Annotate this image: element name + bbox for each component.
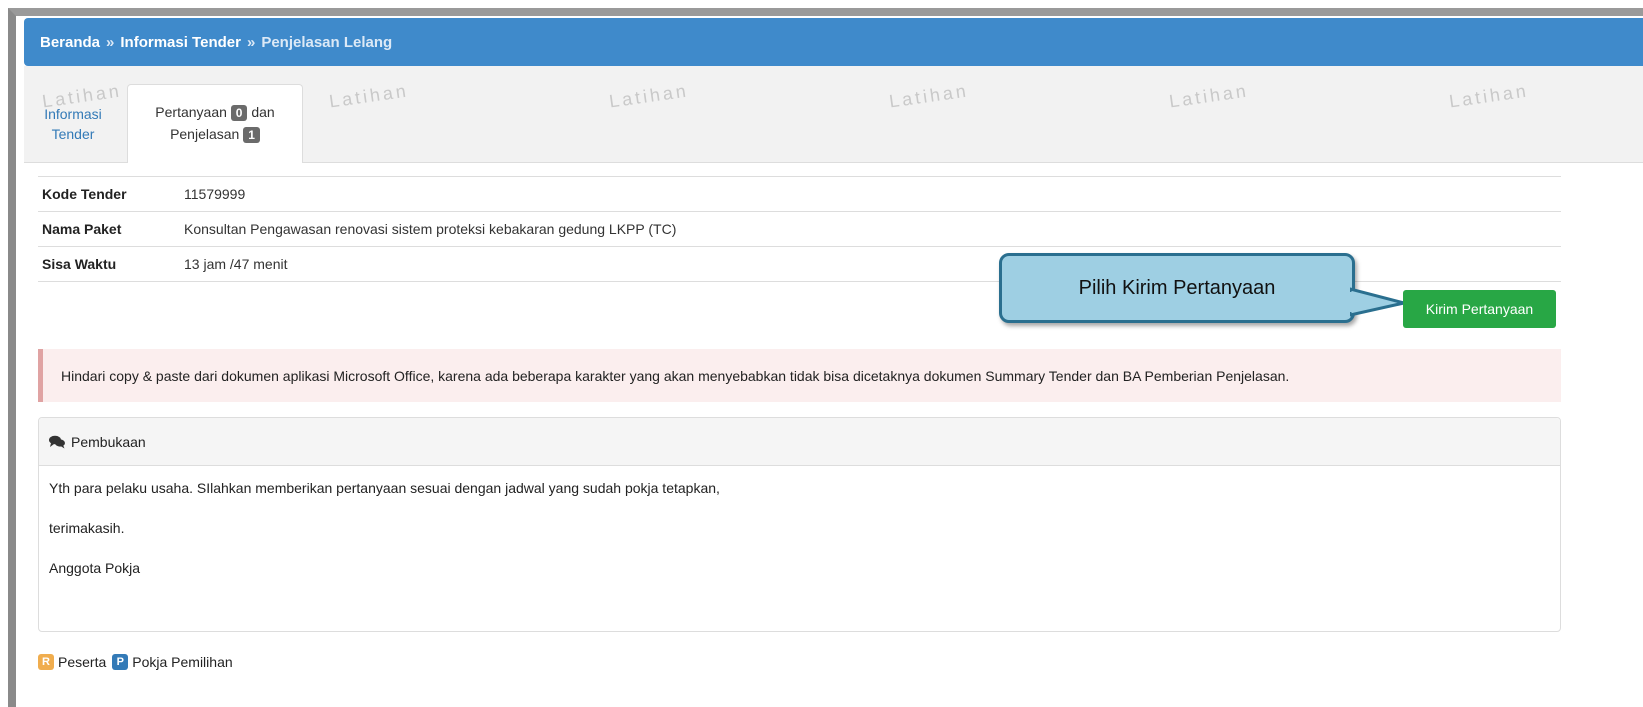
tab-bar: Latihan Latihan Latihan Latihan Latihan …: [24, 66, 1643, 163]
legend-label: Pokja Pemilihan: [132, 654, 233, 670]
pokja-badge: P: [112, 654, 129, 670]
table-row: Kode Tender 11579999: [38, 176, 1561, 212]
tab-informasi-tender[interactable]: Informasi Tender: [38, 104, 108, 144]
tab-label-suffix: Penjelasan: [170, 126, 240, 142]
watermark: Latihan: [607, 80, 690, 112]
row-label: Kode Tender: [38, 176, 180, 212]
panel-paragraph: Anggota Pokja: [49, 560, 141, 576]
row-label: Nama Paket: [38, 211, 180, 247]
row-label: Sisa Waktu: [38, 246, 180, 282]
peserta-badge: R: [38, 654, 54, 670]
breadcrumb-section-link[interactable]: Informasi Tender: [120, 34, 241, 51]
kirim-pertanyaan-button[interactable]: Kirim Pertanyaan: [1403, 290, 1556, 328]
row-value: Konsultan Pengawasan renovasi sistem pro…: [180, 211, 1561, 247]
breadcrumb-home-link[interactable]: Beranda: [40, 34, 100, 51]
alert-text: Hindari copy & paste dari dokumen aplika…: [61, 367, 1290, 384]
watermark: Latihan: [887, 80, 970, 112]
answers-count-badge: 1: [243, 127, 260, 143]
watermark: Latihan: [1167, 80, 1250, 112]
breadcrumb-separator: »: [106, 33, 115, 51]
row-value: 11579999: [180, 176, 1561, 212]
callout-text: Pilih Kirim Pertanyaan: [1078, 276, 1276, 299]
callout-pointer-icon: [1350, 287, 1406, 317]
breadcrumb-current: Penjelasan Lelang: [261, 33, 393, 51]
comments-icon: [49, 435, 65, 448]
tab-label-line2: Tender: [51, 126, 95, 142]
breadcrumb: Beranda » Informasi Tender » Penjelasan …: [24, 18, 1643, 66]
warning-alert: Hindari copy & paste dari dokumen aplika…: [38, 349, 1561, 402]
tab-label-line1: Informasi: [44, 106, 102, 122]
tab-label-joiner: dan: [251, 104, 275, 120]
panel-paragraph: terimakasih.: [49, 520, 125, 536]
watermark: Latihan: [327, 80, 410, 112]
opening-panel: Pembukaan Yth para pelaku usaha. SIlahka…: [38, 417, 1561, 632]
panel-title: Pembukaan: [71, 433, 146, 450]
role-legend: R Peserta P Pokja Pemilihan: [38, 654, 233, 670]
instruction-callout: Pilih Kirim Pertanyaan: [999, 253, 1355, 323]
watermark: Latihan: [1447, 80, 1530, 112]
panel-paragraph: Yth para pelaku usaha. SIlahkan memberik…: [49, 480, 720, 496]
panel-body: Yth para pelaku usaha. SIlahkan memberik…: [39, 466, 1560, 578]
table-row: Nama Paket Konsultan Pengawasan renovasi…: [38, 211, 1561, 247]
panel-header: Pembukaan: [39, 418, 1560, 466]
questions-count-badge: 0: [230, 105, 248, 121]
tab-label-prefix: Pertanyaan: [155, 104, 227, 120]
breadcrumb-separator: »: [246, 33, 256, 51]
legend-label: Peserta: [58, 654, 107, 670]
tab-pertanyaan-penjelasan[interactable]: Pertanyaan 0 dan Penjelasan 1: [127, 84, 303, 163]
